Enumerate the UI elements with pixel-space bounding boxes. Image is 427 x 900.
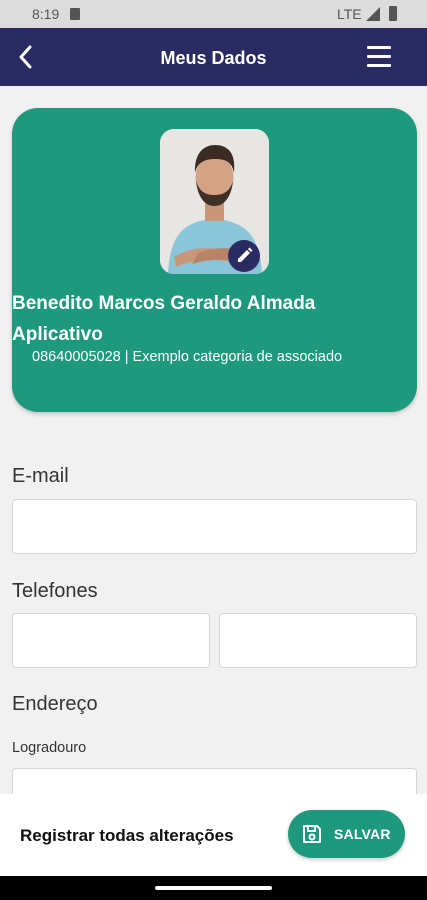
email-field[interactable] bbox=[12, 499, 417, 554]
menu-button[interactable] bbox=[364, 42, 396, 72]
register-changes-label: Registrar todas alterações bbox=[20, 826, 234, 845]
status-bar: 8:19 LTE bbox=[0, 0, 427, 28]
profile-name: Benedito Marcos Geraldo Almada Aplicativ… bbox=[12, 293, 316, 345]
phone2-field[interactable] bbox=[219, 613, 417, 668]
status-time: 8:19 bbox=[32, 6, 60, 22]
phone1-field[interactable] bbox=[12, 613, 210, 668]
page-title: Meus Dados bbox=[160, 48, 267, 68]
phones-label: Telefones bbox=[12, 580, 98, 602]
sd-card-icon bbox=[70, 8, 80, 20]
app-bar: Meus Dados bbox=[0, 28, 427, 86]
address-label: Endereço bbox=[12, 693, 98, 715]
home-indicator[interactable] bbox=[155, 886, 272, 890]
profile-subtitle: 08640005028 | Exemplo categoria de assoc… bbox=[32, 349, 343, 365]
save-button[interactable]: SALVAR bbox=[288, 810, 405, 858]
save-label: SALVAR bbox=[334, 826, 391, 842]
bottom-action-bar: Registrar todas alterações SALVAR bbox=[0, 794, 427, 876]
email-label: E-mail bbox=[12, 465, 69, 487]
edit-photo-button[interactable] bbox=[228, 240, 260, 272]
system-nav-bar bbox=[0, 876, 427, 900]
profile-card: Benedito Marcos Geraldo Almada Aplicativ… bbox=[12, 108, 417, 412]
battery-icon bbox=[389, 6, 397, 21]
save-icon bbox=[303, 825, 321, 843]
menu-icon bbox=[367, 46, 391, 49]
signal-icon bbox=[366, 7, 380, 21]
pencil-icon bbox=[238, 247, 253, 262]
street-label: Logradouro bbox=[12, 740, 87, 756]
network-type: LTE bbox=[337, 6, 362, 22]
